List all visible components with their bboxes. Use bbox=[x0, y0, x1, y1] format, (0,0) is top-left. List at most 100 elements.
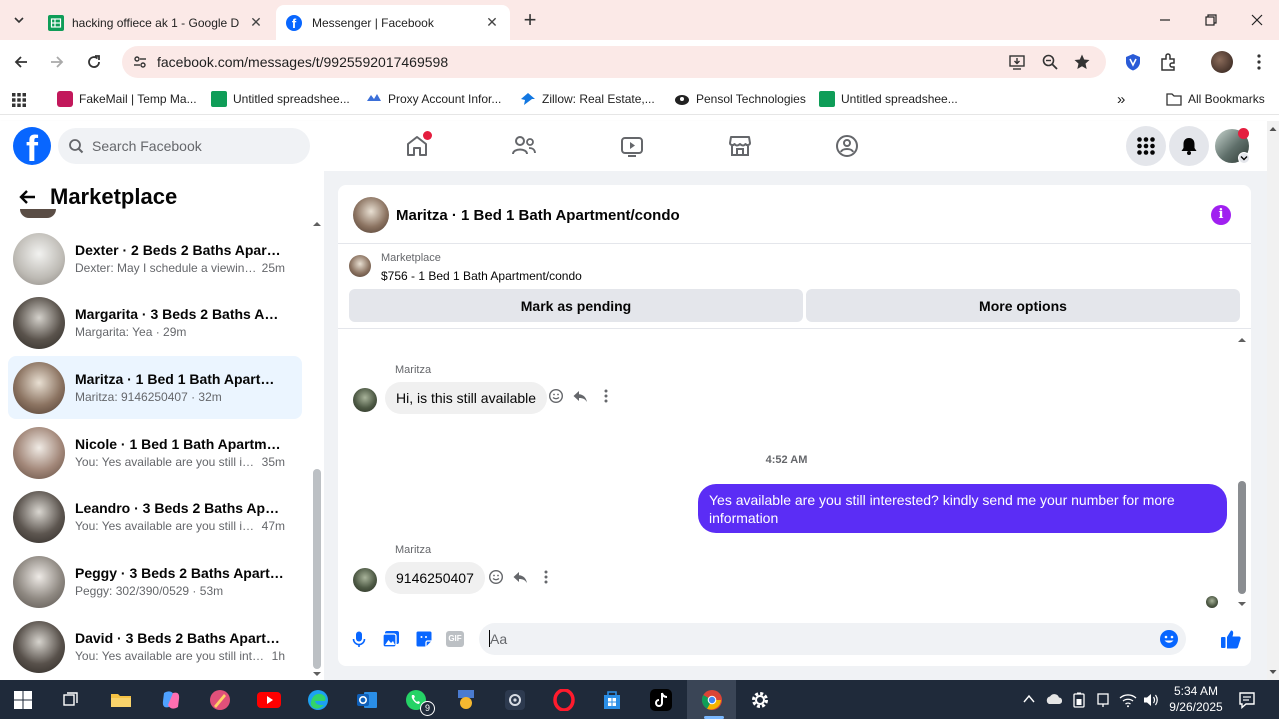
tab-search-icon[interactable] bbox=[8, 10, 30, 30]
react-emoji-icon[interactable] bbox=[488, 569, 504, 585]
outlook-icon[interactable] bbox=[352, 685, 382, 715]
clock[interactable]: 5:34 AM 9/26/2025 bbox=[1160, 683, 1232, 715]
tiktok-icon[interactable] bbox=[646, 685, 676, 715]
conversation-item[interactable]: Leandro · 3 Beds 2 Baths Apart... You: Y… bbox=[8, 485, 302, 548]
close-window-icon[interactable] bbox=[1247, 10, 1267, 30]
search-input[interactable]: Search Facebook bbox=[58, 128, 310, 164]
message-input[interactable]: Aa bbox=[479, 623, 1186, 655]
site-info-icon[interactable] bbox=[132, 54, 148, 70]
close-icon[interactable]: ✕ bbox=[248, 14, 264, 31]
onedrive-icon[interactable] bbox=[1045, 692, 1063, 706]
award-app-icon[interactable] bbox=[451, 685, 481, 715]
chevron-down-icon[interactable] bbox=[1238, 152, 1250, 164]
conversation-item[interactable]: Nicole · 1 Bed 1 Bath Apartment... You: … bbox=[8, 421, 302, 484]
sticker-icon[interactable] bbox=[415, 630, 433, 648]
chat-title[interactable]: Maritza · 1 Bed 1 Bath Apartment/condo bbox=[396, 207, 680, 224]
all-bookmarks[interactable]: All Bookmarks bbox=[1166, 91, 1265, 107]
address-bar[interactable]: facebook.com/messages/t/9925592017469598 bbox=[122, 46, 1106, 78]
windows-start-icon[interactable] bbox=[8, 685, 38, 715]
shield-extension-icon[interactable] bbox=[1123, 52, 1143, 72]
microphone-icon[interactable] bbox=[350, 630, 368, 648]
minimize-icon[interactable] bbox=[1155, 10, 1175, 30]
menu-icon[interactable] bbox=[1249, 52, 1269, 72]
messages-scrollbar[interactable] bbox=[1236, 333, 1248, 609]
bookmark-star-icon[interactable] bbox=[1073, 53, 1091, 71]
tab-google-sheets[interactable]: hacking offiece ak 1 - Google D ✕ bbox=[38, 5, 274, 40]
reply-icon[interactable] bbox=[572, 388, 588, 404]
youtube-icon[interactable] bbox=[254, 685, 284, 715]
reload-icon[interactable] bbox=[84, 52, 104, 72]
bookmark-spreadsheet-1[interactable]: Untitled spreadshee... bbox=[211, 91, 350, 107]
more-vertical-icon[interactable] bbox=[598, 388, 614, 404]
settings-gear-icon[interactable] bbox=[745, 685, 775, 715]
restore-icon[interactable] bbox=[1201, 10, 1221, 30]
more-bookmarks-icon[interactable]: » bbox=[1117, 92, 1125, 107]
page-scrollbar[interactable] bbox=[1267, 121, 1279, 680]
emoji-icon[interactable] bbox=[1159, 629, 1179, 649]
chat-avatar[interactable] bbox=[353, 197, 389, 233]
bookmark-fakemail[interactable]: FakeMail | Temp Ma... bbox=[57, 91, 197, 107]
reply-icon[interactable] bbox=[512, 569, 528, 585]
bookmark-zillow[interactable]: Zillow: Real Estate,... bbox=[520, 91, 655, 107]
sender-avatar[interactable] bbox=[353, 388, 377, 412]
photo-icon[interactable] bbox=[382, 630, 400, 648]
bookmark-spreadsheet-2[interactable]: Untitled spreadshee... bbox=[819, 91, 958, 107]
notifications-bell-icon[interactable] bbox=[1169, 126, 1209, 166]
conversation-item[interactable]: David · 3 Beds 2 Baths Apartme... You: Y… bbox=[8, 615, 302, 678]
close-icon[interactable]: ✕ bbox=[484, 14, 500, 31]
device-icon[interactable] bbox=[1095, 692, 1111, 708]
settings-app-icon[interactable] bbox=[500, 685, 530, 715]
conversation-item-selected[interactable]: Maritza · 1 Bed 1 Bath Apartmen... Marit… bbox=[8, 356, 302, 419]
back-icon[interactable] bbox=[11, 52, 31, 72]
home-icon[interactable] bbox=[401, 130, 433, 162]
art-app-icon[interactable] bbox=[205, 685, 235, 715]
facebook-logo-icon[interactable]: f bbox=[13, 127, 51, 165]
chrome-icon[interactable] bbox=[697, 685, 727, 715]
zoom-icon[interactable] bbox=[1041, 53, 1059, 71]
like-thumbs-up-icon[interactable] bbox=[1220, 628, 1242, 650]
message-bubble-received[interactable]: 9146250407 bbox=[385, 562, 485, 594]
tab-messenger[interactable]: f Messenger | Facebook ✕ bbox=[276, 5, 510, 40]
back-arrow-icon[interactable] bbox=[18, 187, 38, 207]
wifi-icon[interactable] bbox=[1119, 692, 1137, 708]
conversation-item[interactable]: Margarita · 3 Beds 2 Baths Apar... Marga… bbox=[8, 291, 302, 354]
more-vertical-icon[interactable] bbox=[538, 569, 554, 585]
install-app-icon[interactable] bbox=[1008, 53, 1026, 71]
profile-avatar[interactable] bbox=[1211, 51, 1233, 73]
conversation-item[interactable]: Dexter · 2 Beds 2 Baths Apartm... Dexter… bbox=[8, 227, 302, 290]
notification-center-icon[interactable] bbox=[1238, 691, 1256, 709]
extensions-icon[interactable] bbox=[1158, 52, 1178, 72]
info-icon[interactable]: i bbox=[1211, 205, 1231, 225]
react-emoji-icon[interactable] bbox=[548, 388, 564, 404]
opera-icon[interactable] bbox=[549, 685, 579, 715]
bookmark-proxy[interactable]: Proxy Account Infor... bbox=[366, 91, 501, 107]
more-options-button[interactable]: More options bbox=[806, 289, 1240, 322]
conversation-name: David · 3 Beds 2 Baths Apartme... bbox=[75, 630, 285, 646]
apps-icon[interactable] bbox=[11, 92, 27, 108]
message-bubble-sent[interactable]: Yes available are you still interested? … bbox=[698, 484, 1227, 533]
microsoft-store-icon[interactable] bbox=[597, 685, 627, 715]
friends-icon[interactable] bbox=[508, 130, 540, 162]
listing-title[interactable]: $756 - 1 Bed 1 Bath Apartment/condo bbox=[381, 269, 582, 283]
video-icon[interactable] bbox=[616, 130, 648, 162]
bookmark-pensol[interactable]: Pensol Technologies bbox=[674, 91, 806, 107]
file-explorer-icon[interactable] bbox=[106, 685, 136, 715]
battery-icon[interactable] bbox=[1071, 692, 1087, 708]
marketplace-icon[interactable] bbox=[724, 130, 756, 162]
conversation-item[interactable]: Peggy · 3 Beds 2 Baths Apartme... Peggy:… bbox=[8, 550, 302, 613]
mark-as-pending-button[interactable]: Mark as pending bbox=[349, 289, 803, 322]
gif-icon[interactable]: GIF bbox=[446, 631, 464, 647]
sidebar-scrollbar[interactable] bbox=[311, 219, 323, 679]
sender-avatar[interactable] bbox=[353, 568, 377, 592]
menu-grid-icon[interactable] bbox=[1126, 126, 1166, 166]
groups-icon[interactable] bbox=[831, 130, 863, 162]
message-bubble-received[interactable]: Hi, is this still available bbox=[385, 382, 548, 414]
chevron-up-icon[interactable] bbox=[1022, 692, 1036, 706]
forward-icon[interactable] bbox=[47, 52, 67, 72]
new-tab-icon[interactable]: + bbox=[520, 9, 540, 31]
task-view-icon[interactable] bbox=[56, 685, 86, 715]
volume-icon[interactable] bbox=[1142, 692, 1160, 708]
copilot-icon[interactable] bbox=[156, 685, 186, 715]
edge-icon[interactable] bbox=[303, 685, 333, 715]
whatsapp-icon[interactable]: 9 bbox=[401, 685, 435, 716]
